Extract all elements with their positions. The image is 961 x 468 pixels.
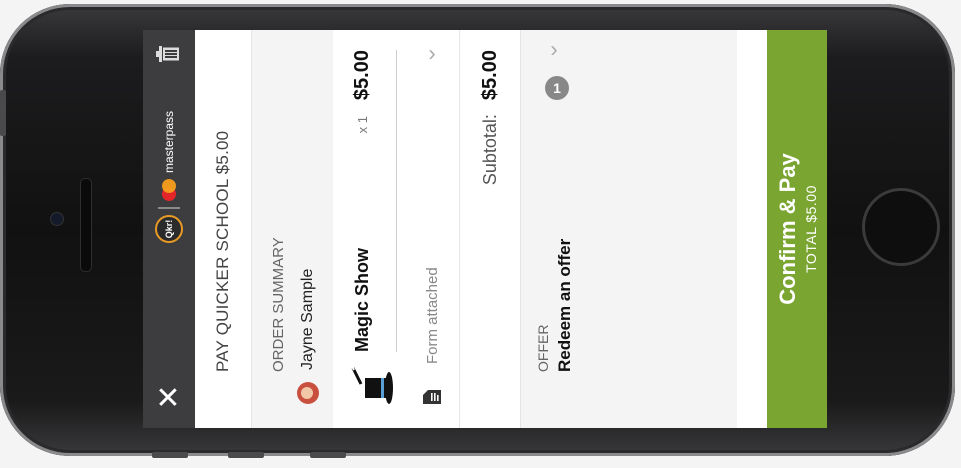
form-attached-row[interactable]: Form attached › <box>409 30 459 428</box>
subtotal-row: Subtotal: $5.00 <box>459 30 520 428</box>
confirm-total: TOTAL $5.00 <box>803 185 819 273</box>
chevron-right-icon[interactable]: › <box>428 41 435 67</box>
subtotal-value: $5.00 <box>478 50 501 101</box>
brand-logos: Qkr! masterpass <box>155 111 183 243</box>
chevron-right-icon[interactable]: › <box>550 37 557 63</box>
masterpass-text: masterpass <box>162 110 176 173</box>
home-button[interactable] <box>862 188 940 266</box>
confirm-pay-button[interactable]: Confirm & Pay TOTAL $5.00 <box>767 30 827 428</box>
close-icon[interactable]: ✕ <box>153 382 183 415</box>
item-name: Magic Show <box>352 247 372 352</box>
phone-device: ✕ Qkr! masterpass PAY QUICKER SCHOOL $5.… <box>0 0 961 468</box>
checkout-view: ✕ Qkr! masterpass PAY QUICKER SCHOOL $5.… <box>143 30 827 428</box>
item-quantity: x 1 <box>355 116 370 134</box>
earpiece-speaker <box>80 178 92 272</box>
subtotal-label: Subtotal: <box>479 114 500 186</box>
order-summary-label: ORDER SUMMARY <box>270 237 287 372</box>
magic-hat-icon <box>351 365 393 404</box>
avatar <box>297 382 319 404</box>
item-line: Magic Show x 1 $5.00 <box>351 50 374 352</box>
user-name: Jayne Sample <box>299 268 316 370</box>
volume-button <box>152 452 188 458</box>
trash-icon[interactable] <box>156 44 180 64</box>
confirm-pay-label: Confirm & Pay <box>775 153 800 305</box>
qkr-logo: Qkr! <box>155 215 183 243</box>
power-button <box>0 90 6 136</box>
item-price: $5.00 <box>351 50 373 101</box>
offer-row[interactable]: OFFER Redeem an offer 1 › <box>520 30 597 428</box>
front-camera <box>50 212 64 226</box>
form-attached-text: Form attached <box>423 267 441 364</box>
masterpass-logo-icon <box>162 179 176 201</box>
offer-label: OFFER <box>535 324 551 372</box>
top-bar: ✕ Qkr! masterpass <box>143 30 195 428</box>
document-icon <box>423 390 441 404</box>
page-title: PAY QUICKER SCHOOL $5.00 <box>195 30 252 428</box>
user-row: Jayne Sample <box>291 30 333 428</box>
volume-button <box>228 452 264 458</box>
offer-count-badge: 1 <box>545 76 569 100</box>
order-summary-section: ORDER SUMMARY Jayne Sample <box>252 30 333 428</box>
item-details: Magic Show x 1 $5.00 <box>351 50 397 352</box>
brand-separator <box>158 207 180 209</box>
empty-area <box>597 30 737 428</box>
mute-switch <box>310 452 346 458</box>
item-divider <box>396 50 397 352</box>
order-item[interactable]: Magic Show x 1 $5.00 <box>333 30 409 428</box>
phone-screen: ✕ Qkr! masterpass PAY QUICKER SCHOOL $5.… <box>143 30 827 428</box>
